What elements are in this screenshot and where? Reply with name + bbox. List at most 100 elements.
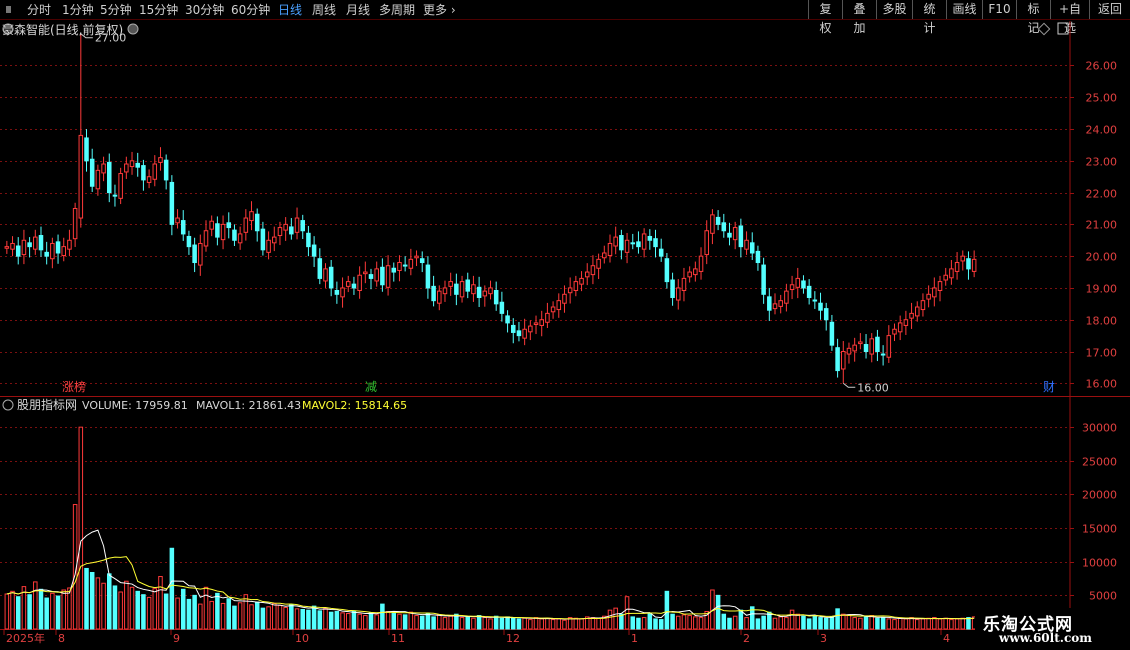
candle-body bbox=[920, 300, 926, 311]
price-tick-label: 16.00 bbox=[1086, 378, 1118, 391]
candle-body bbox=[89, 158, 95, 187]
volume-bar bbox=[44, 597, 49, 630]
candle-body bbox=[789, 284, 795, 291]
candle-body bbox=[237, 233, 243, 244]
volume-bar bbox=[328, 611, 334, 630]
candle-body bbox=[721, 222, 727, 232]
candle-body bbox=[198, 242, 203, 266]
volume-bar bbox=[363, 615, 368, 630]
candle-body bbox=[118, 173, 123, 199]
candle-body bbox=[738, 225, 744, 248]
volume-bar bbox=[619, 613, 624, 630]
watermark-url: www.60lt.com bbox=[999, 631, 1092, 645]
candle-body bbox=[971, 258, 977, 272]
candle-body bbox=[186, 235, 192, 248]
candle-body bbox=[727, 232, 732, 238]
volume-bar bbox=[909, 617, 914, 630]
volume-bar bbox=[914, 619, 920, 630]
candle-body bbox=[169, 181, 175, 225]
diamond-icon[interactable] bbox=[1037, 22, 1051, 36]
volume-bar bbox=[419, 615, 425, 630]
candle-body bbox=[61, 246, 67, 257]
candle-body bbox=[317, 258, 323, 279]
candle-body bbox=[294, 217, 300, 233]
volume-bar bbox=[522, 617, 527, 630]
volume-bar bbox=[875, 617, 880, 630]
volume-bar bbox=[727, 617, 732, 630]
candle-body bbox=[704, 230, 709, 256]
volume-bar bbox=[414, 615, 419, 630]
candle-body bbox=[203, 230, 209, 247]
volume-bar bbox=[169, 547, 175, 630]
volume-tick-label: 10000 bbox=[1082, 557, 1117, 570]
candle-body bbox=[653, 238, 658, 248]
candle-body bbox=[300, 220, 305, 232]
volume-bar bbox=[385, 611, 391, 630]
candle-body bbox=[715, 216, 721, 225]
candle-body bbox=[243, 217, 249, 233]
candle-body bbox=[875, 336, 880, 353]
candle-body bbox=[431, 285, 436, 302]
volume-bar bbox=[61, 589, 67, 630]
volume-bar bbox=[630, 616, 636, 630]
volume-bar bbox=[209, 600, 214, 630]
candle-body bbox=[78, 134, 84, 219]
volume-bar bbox=[78, 426, 84, 630]
volume-bar bbox=[949, 619, 954, 630]
candle-body bbox=[493, 289, 499, 305]
x-tick-label: 3 bbox=[820, 632, 827, 645]
price-tick-label: 26.00 bbox=[1086, 60, 1118, 73]
volume-bar bbox=[858, 617, 863, 630]
volume-bar bbox=[579, 618, 584, 630]
volume-bar bbox=[112, 585, 118, 630]
volume-bar bbox=[505, 616, 510, 630]
volume-bar bbox=[357, 613, 362, 630]
volume-bar bbox=[744, 617, 749, 630]
x-tick-label: 2025年 bbox=[6, 631, 45, 645]
volume-bar bbox=[101, 582, 106, 630]
x-tick-label: 11 bbox=[391, 632, 405, 645]
candle-body bbox=[402, 264, 408, 267]
candle-body bbox=[823, 308, 829, 321]
volume-bar bbox=[488, 618, 493, 630]
volume-bar bbox=[715, 594, 721, 630]
panel-window-icon[interactable] bbox=[1057, 22, 1069, 35]
candle-body bbox=[158, 157, 163, 163]
candle-body bbox=[323, 268, 328, 282]
volume-bar bbox=[920, 618, 926, 630]
volume-bar bbox=[180, 588, 186, 630]
volume-bar bbox=[340, 612, 345, 630]
volume-value: VOLUME: 17959.81 bbox=[82, 399, 188, 412]
candle-body bbox=[163, 159, 169, 181]
candle-body bbox=[306, 232, 311, 248]
volume-bar bbox=[624, 596, 630, 630]
volume-bar bbox=[613, 607, 618, 630]
candle-body bbox=[863, 344, 869, 353]
volume-bar bbox=[658, 619, 664, 630]
candle-body bbox=[72, 208, 78, 240]
x-tick-label: 12 bbox=[506, 632, 520, 645]
chevron-down-icon[interactable] bbox=[2, 399, 14, 411]
volume-bar bbox=[33, 581, 38, 630]
candle-body bbox=[710, 214, 715, 234]
candle-body bbox=[21, 239, 27, 256]
volume-bar bbox=[812, 615, 818, 630]
volume-bar bbox=[175, 597, 180, 630]
volume-bar bbox=[431, 616, 436, 630]
volume-bar bbox=[437, 614, 442, 630]
volume-bar bbox=[772, 617, 778, 630]
candle-body bbox=[596, 258, 601, 269]
panel-menu-icon[interactable] bbox=[127, 23, 139, 35]
candle-body bbox=[15, 245, 21, 257]
volume-bar bbox=[732, 615, 738, 630]
volume-bar bbox=[311, 605, 317, 630]
volume-bar bbox=[897, 617, 903, 630]
volume-tick-label: 5000 bbox=[1089, 590, 1117, 603]
candle-body bbox=[380, 266, 385, 286]
volume-bar bbox=[272, 602, 277, 630]
candle-body bbox=[914, 306, 920, 317]
volume-bar bbox=[653, 618, 658, 630]
candle-body bbox=[897, 322, 903, 333]
volume-bar bbox=[510, 617, 516, 630]
volume-bar bbox=[778, 616, 783, 630]
